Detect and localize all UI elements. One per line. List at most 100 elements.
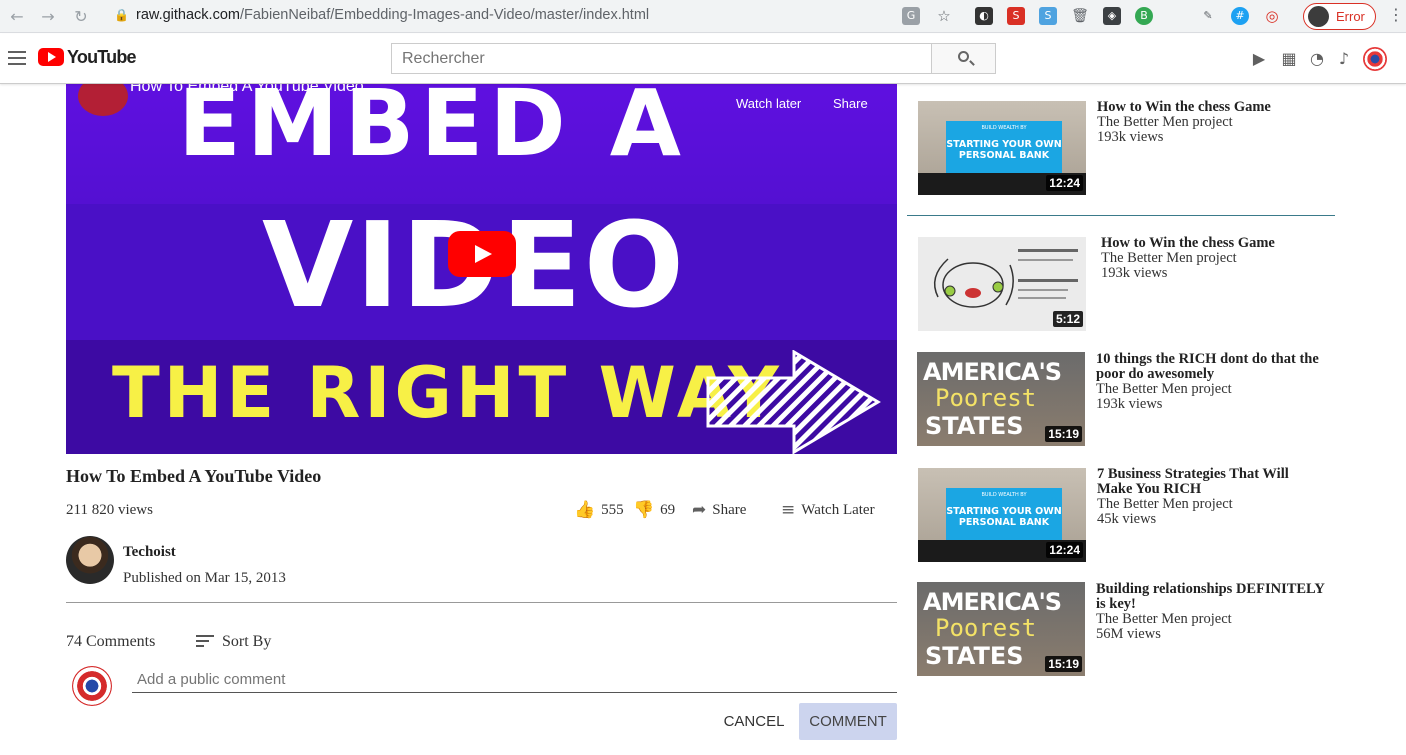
thumbnail-card: BUILD WEALTH BY STARTING YOUR OWN PERSON… [946, 488, 1062, 542]
duration-badge: 5:12 [1052, 311, 1083, 327]
player-overlay-title[interactable]: How To Embed A YouTube Video [130, 84, 364, 96]
related-thumbnail[interactable]: BUILD WEALTH BY STARTING YOUR OWN PERSON… [918, 101, 1086, 195]
watch-later-label: Watch Later [801, 501, 875, 518]
thumbnail-text-3: STATES [925, 642, 1024, 670]
browser-toolbar: ← → ↻ 🔒 raw.githack.com/FabienNeibaf/Emb… [0, 0, 1406, 33]
related-views: 45k views [1097, 511, 1157, 527]
extension-hash-icon[interactable]: # [1231, 7, 1249, 25]
comment-button[interactable]: COMMENT [799, 703, 897, 740]
extension-shield-icon[interactable]: ◈ [1103, 7, 1121, 25]
forward-icon[interactable]: → [37, 6, 59, 28]
thumbnail-text-2: Poorest [935, 614, 1037, 642]
thumbs-down-icon: 👎 [633, 500, 655, 520]
trash-icon[interactable]: 🗑 [1071, 7, 1089, 25]
extension-ring-icon[interactable]: ◎ [1263, 7, 1281, 25]
sort-icon [196, 634, 214, 650]
duration-badge: 15:19 [1045, 426, 1082, 442]
thumbnail-arrow-icon [706, 350, 881, 454]
create-video-icon[interactable]: ▶ [1249, 49, 1269, 69]
duration-badge: 12:24 [1046, 175, 1083, 191]
dislike-button[interactable]: 👎 69 [633, 500, 675, 520]
related-views: 56M views [1096, 626, 1161, 642]
duration-badge: 15:19 [1045, 656, 1082, 672]
translate-icon[interactable]: G [902, 7, 920, 25]
cancel-button[interactable]: CANCEL [714, 704, 794, 740]
thumbnail-small-text: BUILD WEALTH BY [981, 492, 1027, 498]
player-share[interactable]: Share [833, 96, 868, 111]
related-channel: The Better Men project [1097, 496, 1233, 512]
video-player[interactable]: EMBED A VIDEO THE RIGHT WAY How To Embed… [66, 84, 897, 454]
sort-by-label: Sort By [222, 633, 272, 650]
youtube-logo-icon[interactable] [38, 48, 64, 66]
search-button[interactable] [931, 43, 996, 74]
notifications-bell-icon[interactable]: ♪ [1334, 49, 1354, 69]
thumbnail-text-embed: EMBED A [178, 84, 687, 177]
profile-avatar [1308, 6, 1329, 27]
player-watch-later[interactable]: Watch later [736, 96, 801, 111]
channel-name[interactable]: Techoist [123, 544, 176, 561]
related-thumbnail[interactable]: AMERICA'S Poorest STATES 15:19 [917, 352, 1085, 446]
related-title[interactable]: How to Win the chess Game [1101, 236, 1331, 251]
thumbnail-text-right-way: THE RIGHT WAY [112, 352, 783, 434]
address-bar[interactable]: raw.githack.com/FabienNeibaf/Embedding-I… [136, 7, 649, 23]
lock-icon[interactable]: 🔒 [114, 8, 129, 22]
user-avatar[interactable] [1363, 47, 1387, 71]
divider [66, 602, 897, 603]
related-thumbnail[interactable]: 5:12 [918, 237, 1086, 331]
related-channel: The Better Men project [1096, 381, 1232, 397]
related-thumbnail[interactable]: AMERICA'S Poorest STATES 15:19 [917, 582, 1085, 676]
commenter-avatar [72, 666, 112, 706]
reload-icon[interactable]: ↻ [70, 6, 92, 28]
playlist-add-icon: ≡ [781, 500, 796, 520]
bookmark-star-icon[interactable]: ☆ [935, 7, 953, 25]
related-views: 193k views [1097, 129, 1164, 145]
sidebar-divider [907, 215, 1335, 216]
search-input[interactable] [391, 43, 932, 74]
extension-bplus-icon[interactable]: B [1135, 7, 1153, 25]
extension-ninja-icon[interactable]: ◐ [975, 7, 993, 25]
url-host: raw.githack.com [136, 7, 240, 23]
error-label: Error [1336, 9, 1365, 24]
profile-error-button[interactable]: Error [1303, 3, 1376, 30]
thumbnail-text-1: AMERICA'S [923, 358, 1062, 386]
related-views: 193k views [1096, 396, 1163, 412]
play-button-icon[interactable] [448, 231, 516, 277]
url-path: /FabienNeibaf/Embedding-Images-and-Video… [239, 7, 650, 23]
hamburger-menu-icon[interactable] [8, 51, 26, 65]
comment-input[interactable] [132, 667, 897, 693]
related-title[interactable]: How to Win the chess Game [1097, 100, 1327, 115]
browser-menu-icon[interactable]: ⋮ [1388, 5, 1404, 24]
eyedropper-icon[interactable]: ✎ [1199, 7, 1217, 25]
share-arrow-icon: ➦ [692, 500, 707, 520]
back-icon[interactable]: ← [6, 6, 28, 28]
thumbnail-big-text: STARTING YOUR OWN PERSONAL BANK [946, 139, 1062, 161]
like-count: 555 [601, 501, 624, 518]
related-title[interactable]: Building relationships DEFINITELY is key… [1096, 582, 1326, 612]
sort-by-button[interactable]: Sort By [196, 633, 271, 651]
like-button[interactable]: 👍 555 [574, 500, 624, 520]
apps-grid-icon[interactable]: ▦ [1279, 49, 1299, 69]
related-channel: The Better Men project [1096, 611, 1232, 627]
youtube-logo-text[interactable]: YouTube [67, 47, 137, 68]
related-title[interactable]: 10 things the RICH dont do that the poor… [1096, 352, 1326, 382]
thumbnail-card: BUILD WEALTH BY STARTING YOUR OWN PERSON… [946, 121, 1062, 175]
related-title[interactable]: 7 Business Strategies That Will Make You… [1097, 467, 1327, 497]
related-thumbnail[interactable]: BUILD WEALTH BY STARTING YOUR OWN PERSON… [918, 468, 1086, 562]
related-views: 193k views [1101, 265, 1168, 281]
video-title: How To Embed A YouTube Video [66, 466, 322, 486]
view-count: 211 820 views [66, 502, 153, 518]
channel-avatar[interactable] [66, 536, 114, 584]
search-icon [958, 51, 969, 62]
youtube-header: YouTube ▶ ▦ ◔ ♪ [0, 34, 1406, 84]
extension-s-icon[interactable]: S [1007, 7, 1025, 25]
thumbs-up-icon: 👍 [574, 500, 596, 520]
share-label: Share [712, 501, 747, 518]
watch-later-button[interactable]: ≡ Watch Later [781, 500, 875, 520]
messages-icon[interactable]: ◔ [1307, 49, 1327, 69]
duration-badge: 12:24 [1046, 542, 1083, 558]
extension-s2-icon[interactable]: S [1039, 7, 1057, 25]
related-channel: The Better Men project [1097, 114, 1233, 130]
thumbnail-text-2: Poorest [935, 384, 1037, 412]
thumbnail-big-text: STARTING YOUR OWN PERSONAL BANK [946, 506, 1062, 528]
share-button[interactable]: ➦ Share [692, 500, 746, 520]
